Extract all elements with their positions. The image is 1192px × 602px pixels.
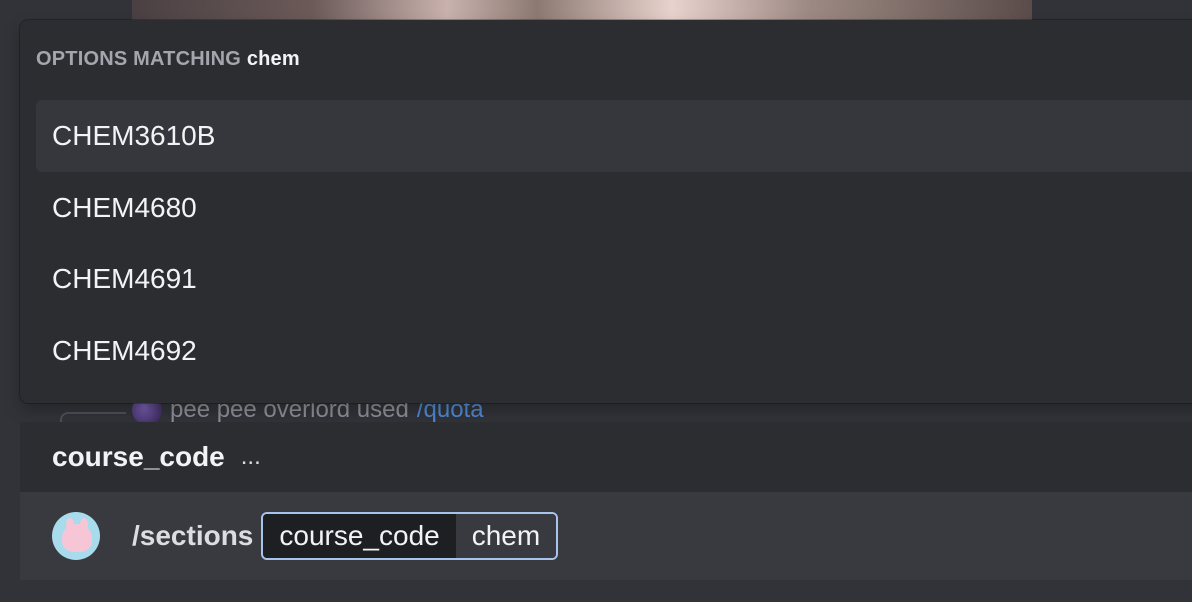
header-prefix: OPTIONS MATCHING	[36, 48, 242, 70]
option-name: course_code	[52, 441, 225, 472]
option-label: CHEM4680	[52, 192, 197, 223]
option-label: CHEM3610B	[52, 120, 216, 151]
autocomplete-option[interactable]: CHEM4691	[36, 243, 1192, 315]
autocomplete-option[interactable]: CHEM4680	[36, 172, 1192, 244]
autocomplete-option[interactable]: CHEM4692	[36, 315, 1192, 387]
pill-option-name: course_code	[263, 514, 456, 558]
bot-avatar	[52, 512, 100, 560]
option-label: CHEM4691	[52, 263, 197, 294]
option-description: ...	[240, 443, 261, 470]
autocomplete-header: OPTIONS MATCHING chem	[36, 48, 300, 71]
discord-window: pee pee overlord used /quota OPTIONS MAT…	[0, 0, 1192, 602]
command-option-pill[interactable]: course_code chem	[261, 512, 559, 560]
slash-command-name: /sections	[132, 520, 254, 551]
autocomplete-popup: OPTIONS MATCHING chem CHEM3610B CHEM4680…	[20, 20, 1192, 403]
pill-option-value[interactable]: chem	[455, 514, 557, 558]
header-query: chem	[246, 48, 300, 70]
autocomplete-option[interactable]: CHEM3610B	[36, 100, 1192, 172]
avatar-body	[62, 524, 92, 552]
option-info-bar: course_code ...	[20, 422, 1192, 492]
option-label: CHEM4692	[52, 335, 197, 366]
message-composer[interactable]: /sections course_code chem	[20, 492, 1192, 580]
